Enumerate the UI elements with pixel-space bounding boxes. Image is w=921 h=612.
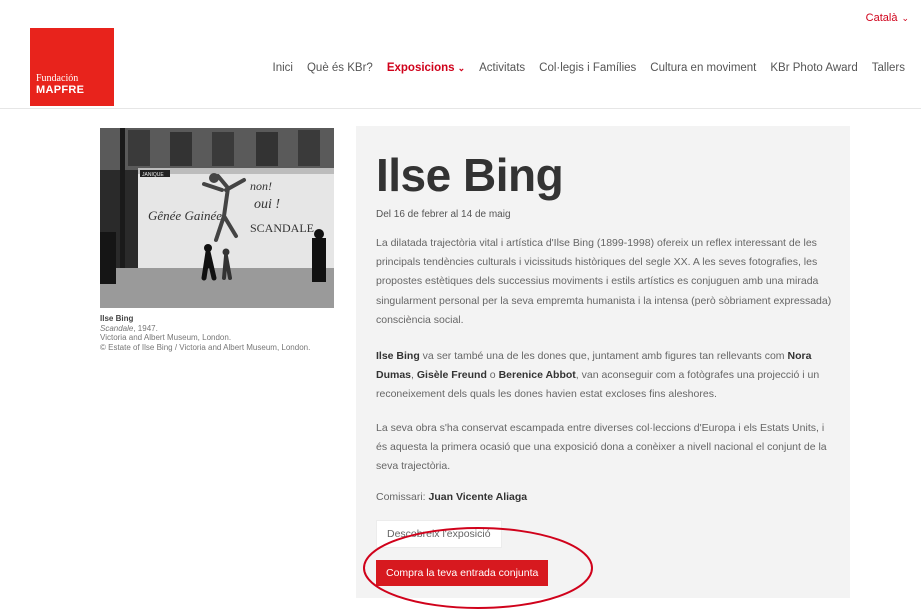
credit-artist: Ilse Bing — [100, 314, 134, 323]
paragraph-2-text-1: va ser també una de les dones que, junta… — [419, 350, 788, 362]
nav-item-exposicions[interactable]: Exposicions ⌄ — [387, 62, 465, 74]
nav-item-que-es-kbr[interactable]: Què és KBr? — [307, 62, 373, 74]
exhibition-paragraph-1: La dilatada trajectòria vital i artístic… — [376, 237, 832, 326]
poster-right-mid-text: oui ! — [254, 197, 280, 212]
curator-label: Comissari: — [376, 491, 429, 503]
exhibition-title: Ilse Bing — [376, 149, 564, 201]
nav-item-tallers[interactable]: Tallers — [872, 62, 905, 74]
poster-banner-text: JANIQUE — [142, 172, 164, 178]
discover-exhibition-button[interactable]: Descobreix l'exposició — [376, 520, 502, 548]
credit-copyright: © Estate of Ilse Bing / Victoria and Alb… — [100, 342, 311, 352]
language-selector[interactable]: Català ⌄ — [866, 12, 909, 24]
photographer-berenice-abbot: Berenice Abbot — [498, 369, 576, 382]
curator-line: Comissari: Juan Vicente Aliaga — [376, 491, 527, 503]
nav-item-cultura-en-moviment[interactable]: Cultura en moviment — [650, 62, 756, 74]
exhibition-photo: JANIQUE Gênée Gainée non! oui ! SCANDALE — [100, 128, 334, 308]
scandale-photo-image: JANIQUE Gênée Gainée non! oui ! SCANDALE — [100, 128, 334, 308]
logo-line-1: Fundación — [36, 73, 79, 84]
credit-museum: Victoria and Albert Museum, London. — [100, 333, 232, 342]
exhibition-info-panel: Ilse Bing Del 16 de febrer al 14 de maig… — [356, 126, 850, 598]
chevron-down-icon: ⌄ — [457, 63, 466, 73]
nav-item-kbr-photo-award[interactable]: KBr Photo Award — [770, 62, 857, 74]
chevron-down-icon: ⌄ — [901, 12, 909, 23]
main-nav: Inici Què és KBr? Exposicions ⌄ Activitat… — [273, 62, 905, 74]
poster-right-top-text: non! — [250, 179, 272, 193]
exhibition-paragraph-3: La seva obra s'ha conservat escampada en… — [376, 422, 827, 473]
exhibition-paragraph-2: Ilse Bing va ser també una de les dones … — [376, 347, 838, 405]
nav-item-collegis-families[interactable]: Col·legis i Famílies — [539, 62, 636, 74]
poster-left-text: Gênée Gainée — [148, 208, 222, 223]
nav-item-exposicions-label: Exposicions — [386, 62, 455, 74]
logo-line-2: MAPFRE — [36, 84, 85, 96]
exhibition-dates: Del 16 de febrer al 14 de maig — [376, 209, 511, 220]
buy-joint-ticket-button[interactable]: Compra la teva entrada conjunta — [376, 560, 549, 586]
paragraph-2-sep-2: o — [486, 369, 499, 382]
photographer-gisele-freund: Gisèle Freund — [416, 369, 487, 382]
credit-year: , 1947. — [133, 323, 158, 333]
photo-credit: Ilse Bing Scandale, 1947. Victoria and A… — [100, 314, 330, 352]
credit-work-title: Scandale — [100, 323, 134, 333]
artist-name: Ilse Bing — [376, 350, 420, 362]
curator-name: Juan Vicente Aliaga — [428, 491, 528, 503]
poster-right-bottom-text: SCANDALE — [250, 221, 314, 235]
nav-item-activitats[interactable]: Activitats — [479, 62, 525, 74]
header-divider — [0, 108, 921, 109]
nav-item-inici[interactable]: Inici — [273, 62, 293, 74]
language-label: Català — [865, 12, 898, 24]
credit-work-line: Scandale, 1947. — [100, 324, 330, 334]
fundacion-mapfre-logo[interactable]: Fundación MAPFRE — [30, 28, 114, 106]
